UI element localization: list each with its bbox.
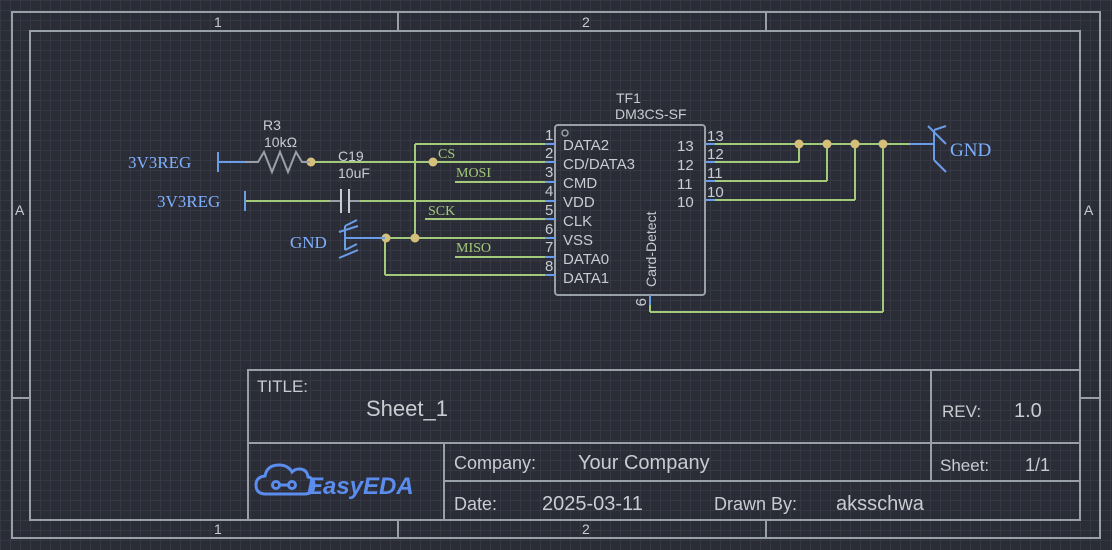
company-label: Company:: [454, 453, 536, 473]
col-label-1-top: 1: [214, 14, 222, 30]
logo-text: EasyEDA: [307, 473, 414, 500]
power-flag-3v3reg-top[interactable]: 3V3REG: [128, 152, 245, 172]
col-label-1-bottom: 1: [214, 521, 222, 537]
resistor-value: 10kΩ: [264, 134, 297, 150]
cloud-icon: [254, 463, 316, 496]
pin-number: 1: [545, 127, 553, 144]
resistor-r3[interactable]: R3 10kΩ: [245, 117, 310, 175]
gnd-symbol-right[interactable]: [910, 125, 947, 173]
pin-number: 7: [545, 239, 553, 256]
junction-dot: [878, 139, 888, 149]
pin-number-right: 12: [677, 157, 694, 174]
pin-number-right: 10: [677, 194, 694, 211]
power-flag-3v3reg-bottom[interactable]: 3V3REG: [157, 191, 246, 211]
capacitor-value: 10uF: [338, 165, 370, 181]
date-value: 2025-03-11: [542, 493, 643, 515]
junction-dot: [822, 139, 832, 149]
pin-number: 5: [545, 202, 553, 219]
component-tf1[interactable]: TF1 DM3CS-SF Card-Detect 1 2 3 4 5 6 7 8…: [545, 90, 724, 306]
pin-number: 2: [545, 145, 553, 162]
power-net-label: 3V3REG: [128, 153, 191, 172]
capacitor-c19[interactable]: C19 10uF: [330, 148, 370, 213]
col-label-2-bottom: 2: [582, 521, 590, 537]
drawn-by-label: Drawn By:: [714, 494, 797, 514]
net-label-cs: CS: [438, 147, 455, 162]
net-label-mosi: MOSI: [456, 166, 491, 181]
pin-number-right: 11: [677, 176, 693, 193]
pin-number: 8: [545, 258, 553, 275]
junction-dot: [794, 139, 804, 149]
sheet-value: 1/1: [1025, 455, 1050, 475]
pin-number-outer: 13: [707, 128, 724, 145]
junction-dot: [410, 233, 420, 243]
title-value: Sheet_1: [366, 396, 448, 421]
pin-number-outer: 12: [707, 146, 724, 163]
net-label-miso: MISO: [456, 241, 491, 256]
pin-number-outer: 10: [707, 184, 724, 201]
company-value: Your Company: [578, 452, 710, 474]
net-label-sck: SCK: [428, 204, 455, 219]
pin-number-outer: 11: [707, 165, 723, 182]
gnd-symbol-left[interactable]: [338, 219, 385, 259]
pin-name: DATA1: [563, 270, 609, 287]
junction-dot: [850, 139, 860, 149]
resistor-designator: R3: [263, 117, 281, 133]
pin-name: CLK: [563, 213, 592, 230]
component-body-label: Card-Detect: [643, 211, 659, 287]
gnd-left-label: GND: [290, 233, 327, 252]
power-net-label: 3V3REG: [157, 192, 220, 211]
col-label-2-top: 2: [582, 14, 590, 30]
drawn-by-value: aksschwa: [836, 493, 925, 515]
component-part: DM3CS-SF: [615, 106, 687, 122]
pin-number-bottom: 9: [632, 298, 649, 306]
capacitor-designator: C19: [338, 148, 364, 164]
gnd-right-label: GND: [950, 140, 991, 161]
pin-number-right: 13: [677, 138, 694, 155]
pin-name: CMD: [563, 175, 597, 192]
title-label: TITLE:: [257, 377, 308, 396]
schematic-sheet[interactable]: 1 2 1 2 A A R3 10kΩ C19 10uF 3V3REG 3V3R…: [0, 0, 1112, 550]
pin-name: DATA2: [563, 137, 609, 154]
easyeda-logo: EasyEDA: [254, 463, 414, 500]
pin-number: 6: [545, 221, 553, 238]
row-label-right: A: [1084, 202, 1094, 218]
pin-name: CD/DATA3: [563, 156, 635, 173]
pin-number: 3: [545, 164, 553, 181]
date-label: Date:: [454, 494, 497, 514]
sheet-label: Sheet:: [940, 456, 989, 475]
row-label-left: A: [15, 202, 25, 218]
rev-value: 1.0: [1014, 400, 1042, 422]
pin-name: VSS: [563, 232, 593, 249]
component-designator: TF1: [616, 90, 641, 106]
junction-dot: [428, 157, 438, 167]
pin-number: 4: [545, 183, 553, 200]
pin-name: DATA0: [563, 251, 609, 268]
pin-name: VDD: [563, 194, 595, 211]
rev-label: REV:: [942, 402, 981, 421]
